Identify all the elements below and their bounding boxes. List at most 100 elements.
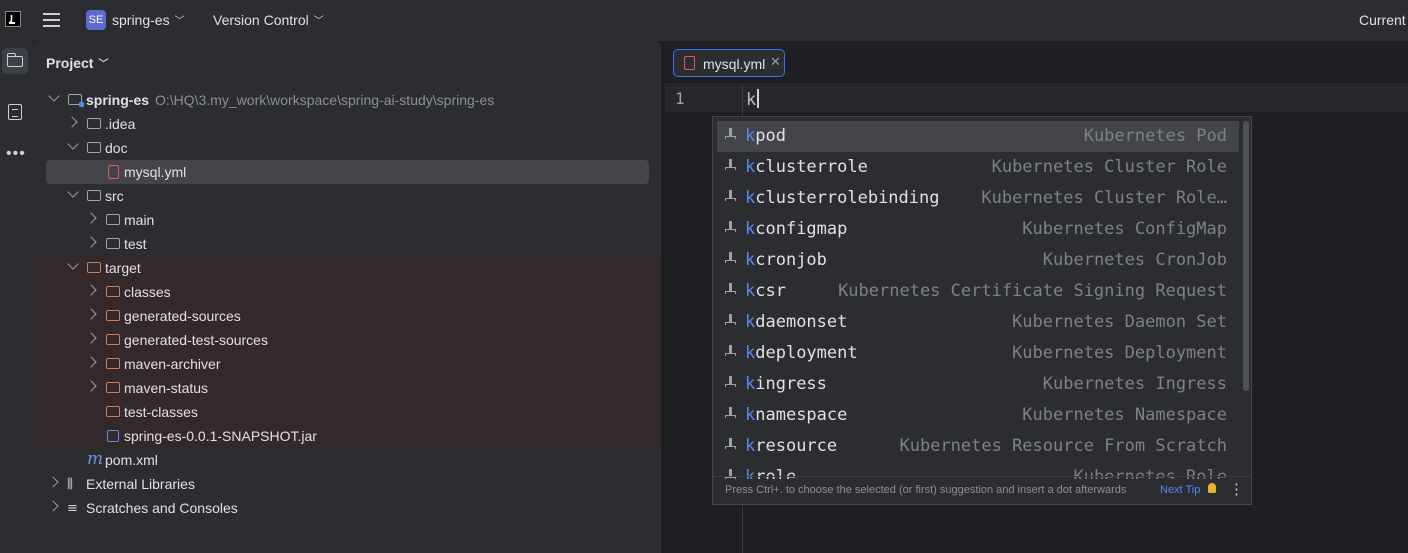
- tree-item-doc[interactable]: doc: [33, 136, 661, 160]
- version-control-label: Version Control: [213, 12, 309, 28]
- chevron-down-icon[interactable]: [48, 90, 60, 102]
- tree-item-label: src: [105, 188, 124, 204]
- tree-item-main[interactable]: main: [33, 208, 661, 232]
- completion-item[interactable]: kclusterrole Kubernetes Cluster Role: [713, 152, 1243, 183]
- tree-item-mysql-yml[interactable]: mysql.yml: [33, 160, 661, 184]
- completion-item[interactable]: kcsr Kubernetes Certificate Signing Reque…: [713, 276, 1243, 307]
- code-line[interactable]: k: [746, 89, 760, 110]
- folder-icon: [106, 238, 120, 249]
- chevron-right-icon[interactable]: [85, 212, 97, 224]
- completion-item[interactable]: kdeployment Kubernetes Deployment: [713, 338, 1243, 369]
- completion-item-rest: deployment: [755, 343, 858, 363]
- lightbulb-icon: [1208, 483, 1216, 493]
- tree-item-spring-es[interactable]: spring-es O:\HQ\3.my_work\workspace\sprin…: [33, 88, 661, 112]
- line-number: 1: [675, 89, 685, 108]
- completion-match-prefix: k: [745, 219, 756, 239]
- tree-item-label: maven-status: [124, 380, 209, 396]
- excluded-folder-icon: [106, 286, 120, 297]
- completion-item-name: kdaemonset: [745, 312, 847, 332]
- chevron-right-icon[interactable]: [85, 356, 97, 368]
- more-dots-icon: •••: [6, 145, 26, 162]
- chevron-down-icon[interactable]: [67, 258, 79, 270]
- library-icon: ⫼: [67, 477, 73, 492]
- tree-item-label: Scratches and Consoles: [86, 500, 238, 516]
- chevron-right-icon[interactable]: [47, 476, 59, 488]
- chevron-right-icon[interactable]: [85, 332, 97, 344]
- tree-item-label: classes: [124, 284, 171, 300]
- chevron-right-icon[interactable]: [85, 380, 97, 392]
- yaml-file-icon: [108, 165, 119, 179]
- tree-item-pom-xml[interactable]: m pom.xml: [33, 448, 661, 472]
- project-switcher[interactable]: spring-es ﹀: [112, 12, 185, 28]
- tree-item-target[interactable]: target: [33, 256, 661, 280]
- tree-item-scratches[interactable]: ≡ Scratches and Consoles: [33, 496, 661, 520]
- kubernetes-template-icon: [725, 407, 737, 421]
- chevron-right-icon[interactable]: [85, 284, 97, 296]
- completion-item-description: Kubernetes Ingress: [1042, 374, 1227, 394]
- completion-match-prefix: k: [745, 281, 756, 301]
- tree-item-maven-archiver[interactable]: maven-archiver: [33, 352, 661, 376]
- completion-item-name: kcronjob: [745, 250, 827, 270]
- chevron-down-icon[interactable]: [67, 186, 79, 198]
- close-icon[interactable]: ✕: [770, 54, 781, 70]
- tree-item-label: generated-sources: [124, 308, 241, 324]
- run-config-selector[interactable]: Current: [1359, 12, 1406, 28]
- completion-item-rest: ingress: [755, 374, 827, 394]
- chevron-right-icon[interactable]: [85, 308, 97, 320]
- excluded-folder-icon: [106, 358, 120, 369]
- completion-item[interactable]: kresource Kubernetes Resource From Scratc…: [713, 431, 1243, 462]
- tree-item-snapshot-jar[interactable]: spring-es-0.0.1-SNAPSHOT.jar: [33, 424, 661, 448]
- completion-item-description: Kubernetes CronJob: [1042, 250, 1227, 270]
- yaml-file-icon: [684, 56, 695, 70]
- completion-item-name: kconfigmap: [745, 219, 847, 239]
- chevron-down-icon[interactable]: [67, 138, 79, 150]
- kubernetes-template-icon: [725, 221, 737, 235]
- completion-item[interactable]: kpod Kubernetes Pod: [717, 121, 1239, 152]
- tree-item-generated-sources[interactable]: generated-sources: [33, 304, 661, 328]
- structure-icon: [8, 104, 22, 120]
- tool-window-strip: •••: [0, 41, 33, 553]
- more-tools-button[interactable]: •••: [2, 139, 28, 165]
- tree-item-test[interactable]: test: [33, 232, 661, 256]
- structure-tool-button[interactable]: [2, 98, 28, 124]
- completion-match-prefix: k: [745, 436, 756, 456]
- completion-item-description: Kubernetes Deployment: [1012, 343, 1227, 363]
- completion-item[interactable]: kconfigmap Kubernetes ConfigMap: [713, 214, 1243, 245]
- tree-item-idea[interactable]: .idea: [33, 112, 661, 136]
- tree-item-path: O:\HQ\3.my_work\workspace\spring-ai-stud…: [155, 92, 495, 108]
- project-tool-button[interactable]: [2, 48, 28, 74]
- completion-scrollbar[interactable]: [1243, 121, 1249, 391]
- completion-match-prefix: k: [745, 250, 756, 270]
- completion-item[interactable]: kclusterrolebinding Kubernetes Cluster Ro…: [713, 183, 1243, 214]
- tab-mysql-yml[interactable]: mysql.yml ✕: [673, 49, 785, 77]
- completion-item-rest: cronjob: [755, 250, 827, 270]
- completion-item[interactable]: kcronjob Kubernetes CronJob: [713, 245, 1243, 276]
- chevron-right-icon[interactable]: [47, 500, 59, 512]
- tree-item-label: spring-es-0.0.1-SNAPSHOT.jar: [124, 428, 317, 444]
- next-tip-link[interactable]: Next Tip: [1160, 484, 1200, 496]
- chevron-right-icon[interactable]: [85, 236, 97, 248]
- version-control-menu[interactable]: Version Control ﹀: [213, 12, 324, 28]
- chevron-down-icon: ﹀: [98, 59, 109, 70]
- tree-item-generated-test-sources[interactable]: generated-test-sources: [33, 328, 661, 352]
- hamburger-menu-icon[interactable]: [43, 13, 60, 27]
- more-vertical-icon[interactable]: ⋮: [1229, 480, 1244, 498]
- completion-item[interactable]: knamespace Kubernetes Namespace: [713, 400, 1243, 431]
- completion-item-description: Kubernetes Certificate Signing Request: [838, 281, 1227, 301]
- tree-item-classes[interactable]: classes: [33, 280, 661, 304]
- kubernetes-template-icon: [725, 438, 737, 452]
- tree-item-external-libraries[interactable]: ⫼ External Libraries: [33, 472, 661, 496]
- project-badge[interactable]: SE: [86, 10, 106, 30]
- project-panel-title[interactable]: Project ﹀: [46, 55, 108, 71]
- kubernetes-template-icon: [725, 345, 737, 359]
- excluded-folder-icon: [106, 310, 120, 321]
- completion-item-rest: daemonset: [755, 312, 848, 332]
- chevron-right-icon[interactable]: [66, 116, 78, 128]
- tree-item-label: test-classes: [124, 404, 198, 420]
- tree-item-src[interactable]: src: [33, 184, 661, 208]
- code-completion-popup: kpod Kubernetes Pod kclusterrole Kubernetes…: [712, 116, 1252, 505]
- tree-item-maven-status[interactable]: maven-status: [33, 376, 661, 400]
- tree-item-test-classes[interactable]: test-classes: [33, 400, 661, 424]
- completion-item[interactable]: kdaemonset Kubernetes Daemon Set: [713, 307, 1243, 338]
- completion-item[interactable]: kingress Kubernetes Ingress: [713, 369, 1243, 400]
